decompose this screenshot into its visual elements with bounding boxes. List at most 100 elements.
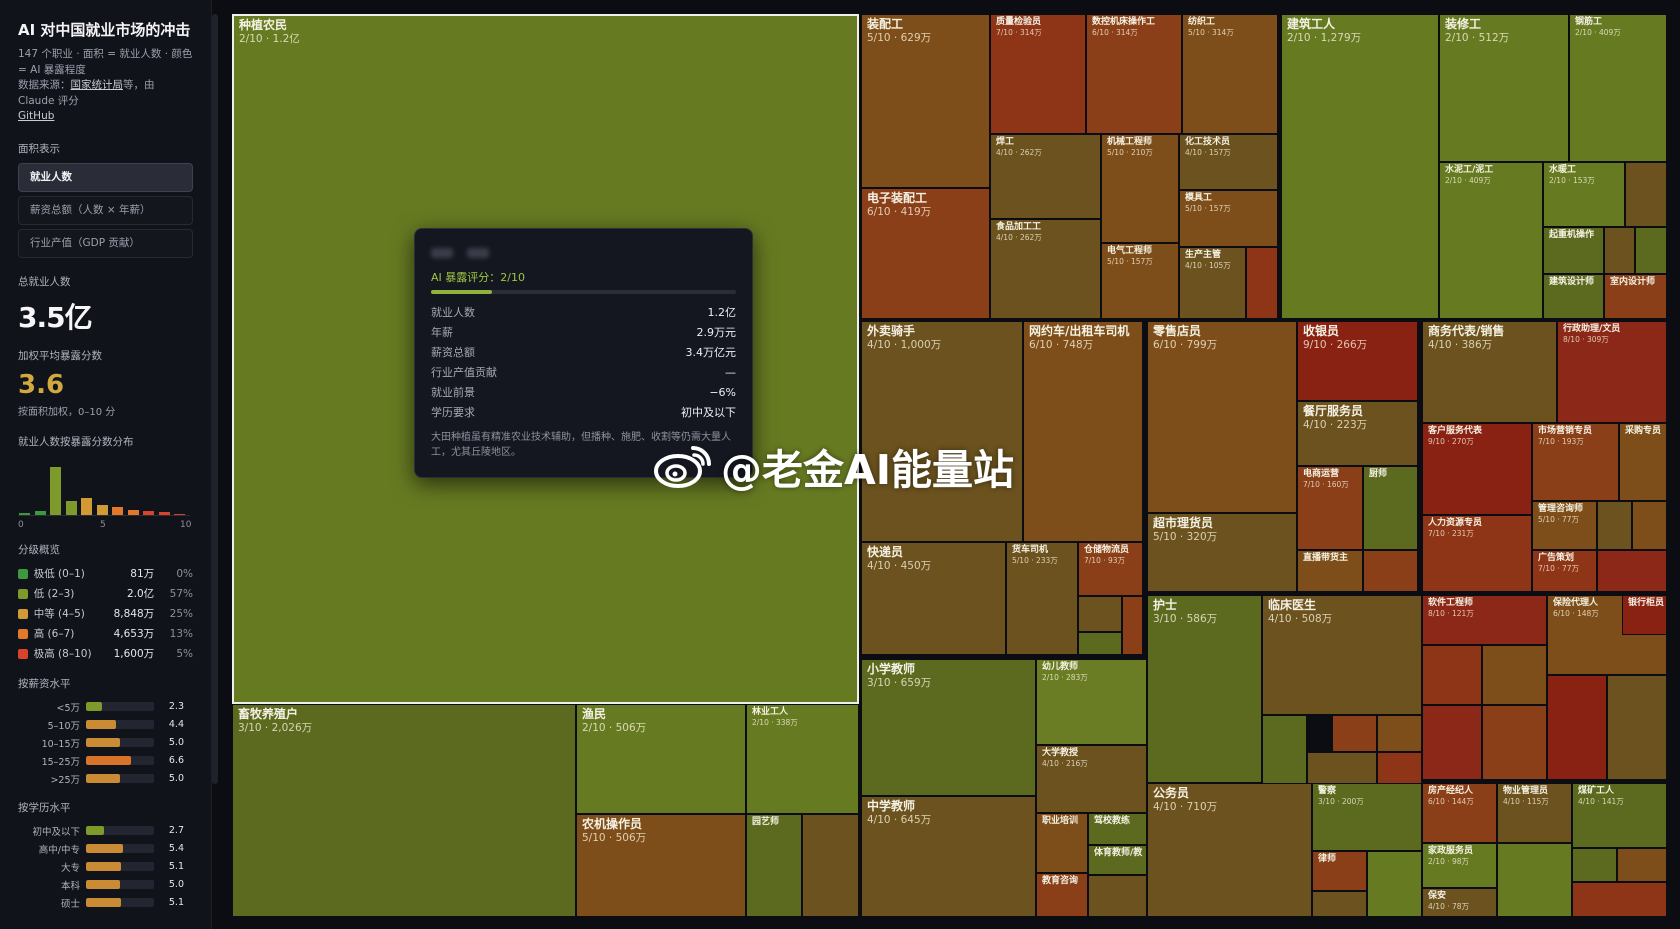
treemap-tile[interactable]	[1632, 501, 1667, 550]
treemap-tile[interactable]	[1078, 596, 1122, 632]
treemap-tile[interactable]: 物业管理员 4/10 · 115万	[1497, 783, 1572, 843]
treemap-tile[interactable]	[1088, 875, 1147, 917]
treemap-tile[interactable]: 仓储物流员 7/10 · 93万	[1078, 542, 1143, 596]
treemap-tile[interactable]: 保安 4/10 · 78万	[1422, 888, 1497, 917]
area-option-employment[interactable]: 就业人数	[18, 162, 193, 192]
treemap-tile[interactable]	[1572, 882, 1667, 917]
treemap-tile[interactable]: 数控机床操作工 6/10 · 314万	[1086, 14, 1182, 134]
treemap-tile[interactable]: 市场营销专员 7/10 · 193万	[1532, 423, 1619, 501]
treemap-tile[interactable]: 采购专员	[1619, 423, 1667, 501]
treemap-tile[interactable]: 建筑设计师	[1543, 274, 1604, 319]
treemap-tile[interactable]: 水泥工/泥工 2/10 · 409万	[1439, 162, 1543, 319]
treemap-tile[interactable]	[1377, 752, 1422, 785]
treemap-tile[interactable]	[802, 814, 859, 917]
treemap-tile[interactable]: 直播带货主	[1297, 550, 1363, 592]
treemap-tile[interactable]: 护士 3/10 · 586万	[1147, 595, 1262, 783]
treemap-tile[interactable]: 教育咨询	[1036, 873, 1088, 917]
treemap-tile[interactable]: 零售店员 6/10 · 799万	[1147, 321, 1297, 513]
sidebar-scrollbar[interactable]	[212, 14, 218, 784]
treemap-tile[interactable]: 警察 3/10 · 200万	[1312, 783, 1422, 851]
treemap-tile[interactable]	[1597, 501, 1632, 550]
treemap-tile[interactable]: 快递员 4/10 · 450万	[861, 542, 1006, 655]
treemap-tile[interactable]: 电商运营 7/10 · 160万	[1297, 466, 1363, 550]
treemap-tile[interactable]: 管理咨询师 5/10 · 77万	[1532, 501, 1597, 550]
treemap-tile[interactable]: 质量检验员 7/10 · 314万	[990, 14, 1086, 134]
treemap-tile[interactable]	[1246, 247, 1278, 319]
treemap-tile[interactable]	[1625, 162, 1667, 227]
treemap-tile[interactable]: 广告策划 7/10 · 77万	[1532, 550, 1597, 592]
treemap-tile[interactable]: 起重机操作	[1543, 227, 1604, 274]
treemap-tile[interactable]: 建筑工人 2/10 · 1,279万	[1281, 14, 1439, 319]
area-option-gdp[interactable]: 行业产值（GDP 贡献）	[18, 228, 193, 258]
treemap-tile[interactable]: 客户服务代表 9/10 · 270万	[1422, 423, 1532, 515]
treemap-tile[interactable]: 装修工 2/10 · 512万	[1439, 14, 1569, 162]
treemap-tile[interactable]	[1312, 891, 1367, 917]
source-link[interactable]: 国家统计局	[71, 79, 124, 91]
treemap-tile[interactable]: 网约车/出租车司机 6/10 · 748万	[1023, 321, 1143, 542]
treemap-tile[interactable]: 小学教师 3/10 · 659万	[861, 659, 1036, 796]
treemap-tile[interactable]: 驾校教练	[1088, 813, 1147, 845]
treemap-tile[interactable]	[1635, 227, 1667, 274]
treemap-tile[interactable]	[1617, 848, 1667, 882]
area-option-wage-total[interactable]: 薪资总额（人数 × 年薪）	[18, 195, 193, 225]
treemap-tile[interactable]	[1363, 550, 1418, 592]
treemap-tile[interactable]: 纺织工 5/10 · 314万	[1182, 14, 1278, 134]
treemap-tile[interactable]	[1262, 715, 1307, 785]
treemap-tile[interactable]: 外卖骑手 4/10 · 1,000万	[861, 321, 1023, 542]
treemap-tile[interactable]: 水暖工 2/10 · 153万	[1543, 162, 1625, 227]
treemap-tile[interactable]: 煤矿工人 4/10 · 141万	[1572, 783, 1667, 848]
treemap-tile[interactable]: 职业培训	[1036, 813, 1088, 873]
treemap-tile[interactable]	[1547, 675, 1607, 780]
treemap-tile[interactable]: 银行柜员	[1622, 595, 1667, 635]
treemap-tile[interactable]	[1597, 550, 1667, 592]
treemap-tile[interactable]: 人力资源专员 7/10 · 231万	[1422, 515, 1532, 592]
treemap-tile[interactable]: 模具工 5/10 · 157万	[1179, 190, 1278, 247]
treemap-tile[interactable]: 大学教授 4/10 · 216万	[1036, 745, 1147, 813]
treemap-tile[interactable]: 超市理货员 5/10 · 320万	[1147, 513, 1297, 592]
treemap-tile[interactable]: 钢筋工 2/10 · 409万	[1569, 14, 1667, 162]
treemap-tile[interactable]	[1332, 715, 1377, 752]
treemap-tile[interactable]: 商务代表/销售 4/10 · 386万	[1422, 321, 1557, 423]
treemap-tile[interactable]: 中学教师 4/10 · 645万	[861, 796, 1036, 917]
treemap-tile[interactable]: 食品加工工 4/10 · 262万	[990, 219, 1101, 319]
treemap-tile[interactable]: 厨师	[1363, 466, 1418, 550]
treemap-tile[interactable]: 幼儿教师 2/10 · 283万	[1036, 659, 1147, 745]
treemap-tile[interactable]: 收银员 9/10 · 266万	[1297, 321, 1418, 401]
treemap-tile[interactable]: 生产主管 4/10 · 105万	[1179, 247, 1246, 319]
treemap-tile[interactable]: 林业工人 2/10 · 338万	[746, 704, 859, 814]
treemap-tile[interactable]	[1078, 632, 1122, 655]
treemap-tile[interactable]	[1482, 645, 1547, 705]
treemap-tile[interactable]: 临床医生 4/10 · 508万	[1262, 595, 1422, 715]
treemap-tile[interactable]	[1604, 227, 1635, 274]
treemap-tile[interactable]: 化工技术员 4/10 · 157万	[1179, 134, 1278, 190]
treemap-tile[interactable]	[1572, 848, 1617, 882]
treemap-tile[interactable]	[1607, 675, 1667, 780]
treemap-tile[interactable]: 餐厅服务员 4/10 · 223万	[1297, 401, 1418, 466]
treemap-tile[interactable]: 行政助理/文员 8/10 · 309万	[1557, 321, 1667, 423]
treemap-tile[interactable]: 机械工程师 5/10 · 210万	[1101, 134, 1179, 243]
treemap-tile[interactable]: 体育教师/教	[1088, 845, 1147, 875]
treemap-tile[interactable]	[1307, 752, 1377, 785]
treemap-tile[interactable]: 律师	[1312, 851, 1367, 891]
treemap-tile[interactable]: 公务员 4/10 · 710万	[1147, 783, 1312, 917]
treemap-tile[interactable]: 家政服务员 2/10 · 98万	[1422, 843, 1497, 888]
treemap-tile[interactable]: 园艺师	[746, 814, 802, 917]
treemap-tile[interactable]	[1422, 705, 1482, 780]
treemap-tile[interactable]	[1367, 851, 1422, 917]
github-link[interactable]: GitHub	[18, 110, 54, 122]
treemap-tile[interactable]: 渔民 2/10 · 506万	[576, 704, 746, 814]
treemap-tile[interactable]: 房产经纪人 6/10 · 144万	[1422, 783, 1497, 843]
treemap-tile[interactable]	[1482, 705, 1547, 780]
treemap-tile[interactable]: 电子装配工 6/10 · 419万	[861, 188, 990, 319]
treemap-tile[interactable]: 畜牧养殖户 3/10 · 2,026万	[232, 704, 576, 917]
treemap-tile[interactable]: 农机操作员 5/10 · 506万	[576, 814, 746, 917]
treemap-tile[interactable]: 软件工程师 8/10 · 121万	[1422, 595, 1547, 645]
treemap-tile[interactable]: 电气工程师 5/10 · 157万	[1101, 243, 1179, 319]
treemap-tile[interactable]	[1122, 596, 1143, 655]
treemap-tile[interactable]	[1497, 843, 1572, 917]
treemap-tile[interactable]: 货车司机 5/10 · 233万	[1006, 542, 1078, 655]
treemap-tile[interactable]: 室内设计师	[1604, 274, 1667, 319]
treemap-tile[interactable]: 装配工 5/10 · 629万	[861, 14, 990, 188]
treemap-tile[interactable]	[1377, 715, 1422, 752]
treemap-tile[interactable]	[1422, 645, 1482, 705]
